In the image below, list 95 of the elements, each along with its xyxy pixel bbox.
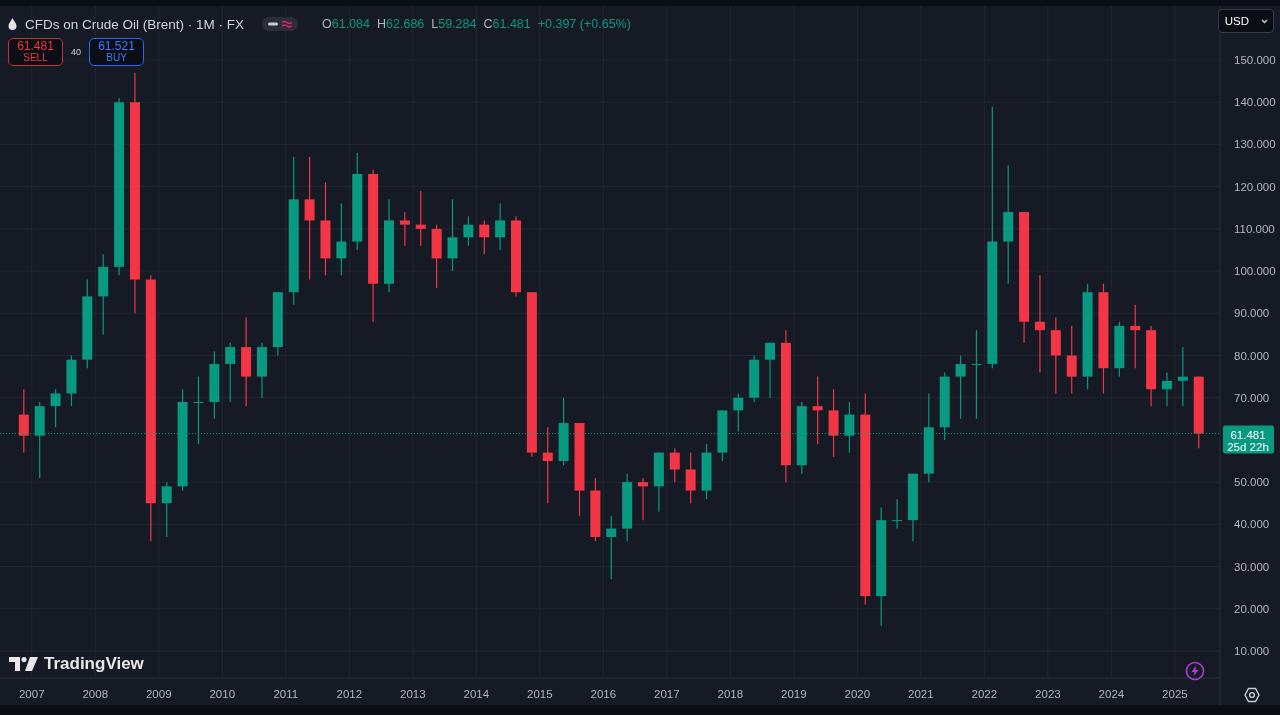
logo-icon [9, 657, 39, 671]
axis-label: 20.000 [1234, 602, 1270, 615]
axis-label: 2014 [463, 688, 490, 700]
minus-icon [268, 21, 279, 27]
axis-label: 50.000 [1234, 476, 1270, 489]
candle [431, 224, 442, 289]
candle [399, 211, 410, 247]
ohlc-value: O61.084 [322, 17, 370, 31]
visibility-toggle[interactable] [262, 17, 299, 31]
candle [892, 498, 903, 530]
candle [844, 401, 855, 454]
axis-label: 100.000 [1234, 265, 1276, 278]
axis-label: 90.000 [1234, 307, 1270, 320]
candle [479, 219, 490, 255]
ohlc-value: C61.481 [483, 17, 531, 31]
axis-label: 140.000 [1234, 96, 1276, 109]
candle [495, 202, 506, 251]
axis-label: 80.000 [1234, 349, 1270, 362]
candle [606, 515, 617, 580]
axis-label: 130.000 [1234, 138, 1276, 151]
candle [66, 354, 77, 407]
candle [1066, 325, 1077, 395]
wave-icon [282, 20, 293, 28]
candle [193, 376, 204, 445]
axis-label: 2016 [590, 688, 617, 700]
axis-label: 120.000 [1234, 180, 1276, 193]
axis-label: 40.000 [1234, 518, 1270, 531]
countdown-label: 25d 22h [1227, 440, 1269, 453]
axis-label: 30.000 [1234, 560, 1270, 573]
caret-icon [1261, 18, 1268, 24]
axis-label: 110.000 [1234, 222, 1275, 235]
candle [256, 342, 267, 399]
candle [653, 452, 664, 513]
candle [50, 388, 61, 428]
candle [812, 376, 823, 445]
brand-name: TradingView [44, 654, 144, 674]
price-tag-background [1223, 425, 1274, 454]
axis-label: 2010 [209, 688, 236, 700]
candle [685, 452, 696, 504]
candle [749, 354, 760, 403]
candle [1130, 304, 1141, 369]
candle [272, 291, 283, 357]
axis-label: 10.000 [1234, 645, 1270, 657]
candle [209, 350, 220, 420]
candle [161, 481, 172, 538]
change-value: +0.397 (+0.65%) [537, 17, 631, 31]
candle [717, 409, 728, 462]
axis-label: 2023 [1035, 688, 1061, 700]
axis-label: 2007 [18, 688, 45, 700]
axis-label: 2011 [273, 688, 299, 700]
candle [225, 342, 236, 403]
axis-label: 150.000 [1234, 54, 1276, 67]
axis-label: 2025 [1162, 688, 1188, 700]
candle [18, 388, 29, 454]
settings-icon[interactable] [1244, 687, 1260, 703]
ohlc-value: H62.686 [377, 17, 425, 31]
axis-label: 2018 [717, 688, 744, 700]
axis-label: 2020 [844, 688, 871, 700]
sell-button[interactable]: 61.481 SELL [8, 38, 63, 66]
axis-label: 70.000 [1234, 391, 1270, 404]
candle [622, 473, 633, 542]
candle [765, 342, 776, 399]
axis-label: 2009 [145, 688, 172, 700]
axis-label: 2017 [654, 688, 680, 700]
candle [558, 397, 569, 466]
candle [669, 447, 680, 483]
lightning-icon[interactable] [1185, 661, 1205, 681]
candle [638, 477, 648, 521]
droplet-icon [8, 18, 17, 30]
candle [939, 371, 950, 441]
axis-label: 2021 [908, 688, 934, 700]
axis-label: 2013 [400, 688, 426, 700]
candle [733, 392, 744, 433]
axis-label: 2022 [971, 688, 998, 700]
candle [1161, 371, 1172, 407]
axis-label: 2012 [336, 688, 363, 700]
axis-label: 2008 [82, 688, 109, 700]
ohlc-value: L59.284 [431, 17, 477, 31]
candle [828, 388, 839, 458]
candle [701, 443, 712, 500]
axis-label: 2015 [527, 688, 553, 700]
candle [1114, 321, 1125, 378]
currency-dropdown[interactable]: USD [1217, 9, 1274, 33]
candle [415, 190, 426, 247]
symbol-title[interactable]: CFDs on Crude Oil (Brent) · 1M · FX [25, 16, 245, 32]
candle [955, 354, 966, 420]
candle [463, 215, 474, 247]
candle [1177, 346, 1188, 407]
price-label: 61.481 [1230, 428, 1266, 441]
candle [590, 477, 601, 542]
axis-label: 2024 [1098, 688, 1125, 700]
spread-value: 40 [71, 47, 81, 57]
candle [907, 473, 918, 542]
buy-button[interactable]: 61.521 BUY [89, 38, 144, 66]
axis-label: 2019 [781, 688, 807, 700]
